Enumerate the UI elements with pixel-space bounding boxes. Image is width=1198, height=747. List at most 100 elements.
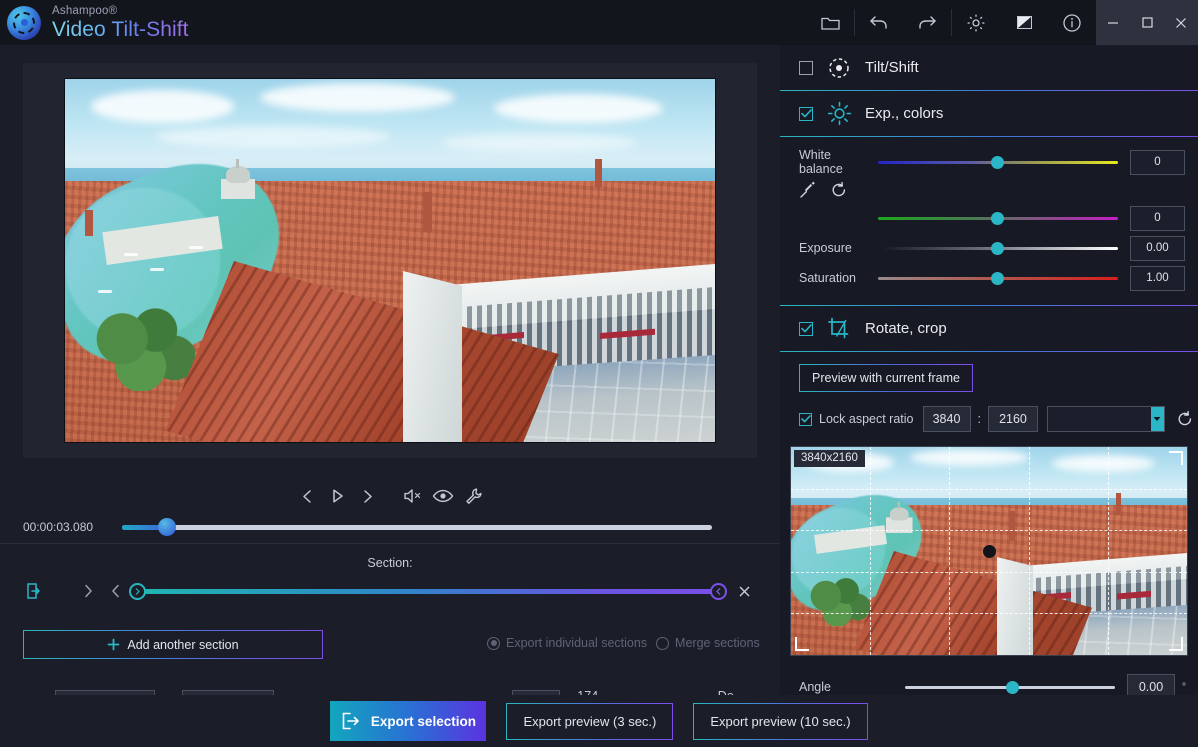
folder-icon: [821, 15, 840, 31]
radio-label: Merge sections: [675, 636, 760, 650]
next-frame-button[interactable]: [352, 481, 382, 511]
eyedropper-button[interactable]: [797, 179, 819, 201]
section-marker-button[interactable]: [23, 580, 45, 602]
slider-row-white-balance-temp: White balance 0: [780, 149, 1198, 175]
white-balance-tint-slider[interactable]: [878, 207, 1118, 229]
exposure-slider[interactable]: [878, 237, 1118, 259]
rotate-crop-checkbox[interactable]: [799, 322, 813, 336]
aspect-ratio-row: Lock aspect ratio :: [799, 406, 1198, 432]
redo-button[interactable]: [903, 0, 951, 45]
check-icon: [801, 415, 811, 423]
export-selection-button[interactable]: Export selection: [330, 701, 486, 741]
crop-handle-bottom-left[interactable]: [795, 637, 809, 651]
section-marker-icon: [26, 582, 42, 600]
section-end-handle[interactable]: [710, 583, 727, 600]
exposure-value[interactable]: 0.00: [1130, 236, 1185, 261]
crop-handle-top-right[interactable]: [1169, 451, 1183, 465]
slider-handle[interactable]: [991, 272, 1004, 285]
export-arrow-icon: [341, 711, 361, 731]
saturation-label: Saturation: [780, 271, 878, 285]
aspect-height-input[interactable]: [988, 406, 1038, 432]
previous-frame-button[interactable]: [292, 481, 322, 511]
playback-controls: [23, 477, 757, 515]
slider-handle[interactable]: [991, 242, 1004, 255]
section-start-handle[interactable]: [129, 583, 146, 600]
slider-handle[interactable]: [991, 156, 1004, 169]
white-balance-reset-button[interactable]: [828, 179, 850, 201]
aspect-width-input[interactable]: [923, 406, 971, 432]
aspect-reset-button[interactable]: [1174, 408, 1196, 430]
close-button[interactable]: [1164, 0, 1198, 45]
crop-preview[interactable]: 3840x2160: [790, 446, 1188, 656]
video-preview-frame[interactable]: [64, 78, 716, 443]
rotate-crop-title: Rotate, crop: [865, 320, 947, 337]
radio-export-individual-sections[interactable]: Export individual sections: [487, 636, 647, 650]
app-brand: Ashampoo® Video Tilt-Shift: [52, 5, 189, 41]
add-section-button[interactable]: Add another section: [23, 630, 323, 659]
section-prev-button[interactable]: [107, 580, 125, 602]
timeline-handle[interactable]: [158, 518, 176, 536]
saturation-value[interactable]: 1.00: [1130, 266, 1185, 291]
minimize-button[interactable]: [1096, 0, 1130, 45]
white-balance-temp-slider[interactable]: [878, 151, 1118, 173]
crop-center-handle[interactable]: [983, 545, 996, 558]
wrench-icon: [464, 487, 483, 506]
section-next-button[interactable]: [79, 580, 97, 602]
mute-button[interactable]: [398, 481, 428, 511]
chevron-down-icon[interactable]: [1151, 407, 1164, 431]
lock-aspect-ratio-label: Lock aspect ratio: [819, 412, 914, 426]
maximize-button[interactable]: [1130, 0, 1164, 45]
gear-icon: [966, 13, 986, 33]
theme-button[interactable]: [1000, 0, 1048, 45]
venice-aerial-photo: [65, 79, 715, 442]
close-x-icon: [738, 585, 751, 598]
aspect-colon: :: [978, 412, 981, 426]
tilt-shift-checkbox[interactable]: [799, 61, 813, 75]
window-controls: [1096, 0, 1198, 45]
settings-button[interactable]: [952, 0, 1000, 45]
section-remove-button[interactable]: [733, 580, 755, 602]
radio-indicator: [656, 637, 669, 650]
section-label: Section:: [0, 556, 780, 570]
plus-icon: [107, 638, 120, 651]
angle-label: Angle: [780, 680, 905, 694]
slider-handle[interactable]: [991, 212, 1004, 225]
preview-with-current-frame-button[interactable]: Preview with current frame: [799, 364, 973, 392]
brightness-sun-icon: [826, 101, 852, 127]
redo-arrow-icon: [917, 14, 937, 31]
section-header-tilt-shift[interactable]: Tilt/Shift: [780, 45, 1198, 90]
play-button[interactable]: [322, 481, 352, 511]
info-button[interactable]: [1048, 0, 1096, 45]
aspect-preset-select[interactable]: [1047, 406, 1165, 432]
bottom-action-bar: Export selection Export preview (3 sec.)…: [0, 695, 1198, 747]
exposure-label: Exposure: [780, 241, 878, 255]
crop-size-badge: 3840x2160: [794, 450, 865, 467]
tools-button[interactable]: [458, 481, 488, 511]
timeline-slider[interactable]: [122, 516, 712, 538]
timeline-track: [122, 525, 712, 530]
exposure-checkbox[interactable]: [799, 107, 813, 121]
preview-eye-button[interactable]: [428, 481, 458, 511]
angle-handle[interactable]: [1006, 681, 1019, 694]
angle-unit-label: °: [1182, 682, 1186, 693]
undo-button[interactable]: [855, 0, 903, 45]
export-preview-3sec-button[interactable]: Export preview (3 sec.): [506, 703, 673, 740]
section-range-slider[interactable]: [129, 579, 727, 603]
titlebar-actions: [806, 0, 1198, 45]
white-balance-temp-value[interactable]: 0: [1130, 150, 1185, 175]
info-circle-icon: [1062, 13, 1082, 33]
saturation-slider[interactable]: [878, 267, 1118, 289]
check-icon: [801, 109, 812, 118]
lock-aspect-ratio-checkbox[interactable]: [799, 413, 812, 426]
timecode-label: 00:00:03.080: [0, 520, 122, 534]
eyedropper-icon: [799, 181, 817, 199]
section-header-exposure-colors[interactable]: Exp., colors: [780, 91, 1198, 136]
export-preview-10sec-button[interactable]: Export preview (10 sec.): [693, 703, 867, 740]
white-balance-tint-value[interactable]: 0: [1130, 206, 1185, 231]
section-header-rotate-crop[interactable]: Rotate, crop: [780, 306, 1198, 351]
crop-handle-bottom-right[interactable]: [1169, 637, 1183, 651]
open-folder-button[interactable]: [806, 0, 854, 45]
editor-left-column: 00:00:03.080 Section:: [0, 45, 780, 747]
video-preview-stage: [23, 63, 757, 458]
radio-merge-sections[interactable]: Merge sections: [656, 636, 760, 650]
